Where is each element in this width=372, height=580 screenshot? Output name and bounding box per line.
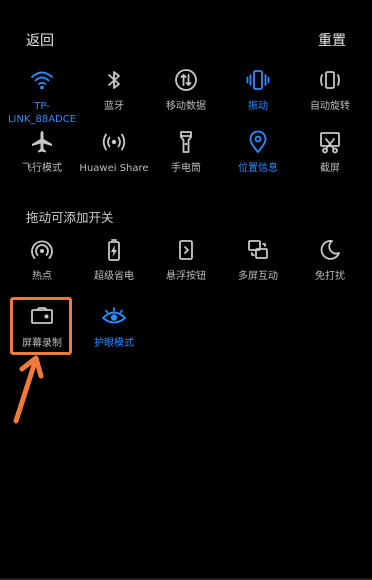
screenshot-icon [316, 128, 344, 156]
tile-hotspot[interactable]: 热点 [6, 236, 78, 283]
hotspot-icon [28, 236, 56, 264]
tile-battery-saver[interactable]: 超级省电 [78, 236, 150, 283]
wifi-icon [28, 66, 56, 94]
tile-huawei-share[interactable]: Huawei Share [78, 128, 150, 175]
highlight-box [10, 297, 72, 355]
tile-flashlight-label: 手电筒 [171, 163, 201, 174]
mobile-data-icon [172, 66, 200, 94]
tile-multi-screen-label: 多屏互动 [238, 271, 278, 282]
bluetooth-icon [100, 66, 128, 94]
tile-do-not-disturb[interactable]: 免打扰 [294, 236, 366, 283]
auto-rotate-icon [316, 66, 344, 94]
section-drag-to-add-label: 拖动可添加开关 [26, 210, 114, 225]
battery-saver-icon [100, 236, 128, 264]
tile-vibrate[interactable]: 振动 [222, 66, 294, 113]
tile-eye-comfort[interactable]: 护眼模式 [78, 303, 150, 350]
tile-multi-screen[interactable]: 多屏互动 [222, 236, 294, 283]
flashlight-icon [172, 128, 200, 156]
tile-screenshot-label: 截屏 [320, 163, 340, 174]
tile-mobile-data[interactable]: 移动数据 [150, 66, 222, 113]
do-not-disturb-icon [316, 236, 344, 264]
multi-screen-icon [244, 236, 272, 264]
tile-huawei-share-label: Huawei Share [79, 163, 149, 174]
tile-location[interactable]: 位置信息 [222, 128, 294, 175]
tile-wifi-label: TP- LINK_88ADCE [7, 101, 77, 125]
tile-airplane[interactable]: 飞行模式 [6, 128, 78, 175]
tile-bluetooth[interactable]: 蓝牙 [78, 66, 150, 113]
top-bar: 返回 重置 [0, 0, 372, 60]
tile-floating-button-label: 悬浮按钮 [166, 271, 206, 282]
tile-hotspot-label: 热点 [32, 271, 52, 282]
vibrate-icon [244, 66, 272, 94]
tile-bluetooth-label: 蓝牙 [104, 101, 124, 112]
reset-button[interactable]: 重置 [318, 30, 346, 50]
tile-flashlight[interactable]: 手电筒 [150, 128, 222, 175]
back-button[interactable]: 返回 [26, 30, 54, 50]
tile-do-not-disturb-label: 免打扰 [315, 271, 345, 282]
tile-location-label: 位置信息 [238, 163, 278, 174]
tile-floating-button[interactable]: 悬浮按钮 [150, 236, 222, 283]
tile-auto-rotate[interactable]: 自动旋转 [294, 66, 366, 113]
tile-wifi[interactable]: TP- LINK_88ADCE [6, 66, 78, 126]
tile-vibrate-label: 振动 [248, 101, 268, 112]
tile-battery-saver-label: 超级省电 [94, 271, 134, 282]
tile-auto-rotate-label: 自动旋转 [310, 101, 350, 112]
floating-button-icon [172, 236, 200, 264]
tile-eye-comfort-label: 护眼模式 [94, 338, 134, 349]
huawei-share-icon [100, 128, 128, 156]
location-icon [244, 128, 272, 156]
airplane-icon [28, 128, 56, 156]
eye-comfort-icon [100, 303, 128, 331]
tile-airplane-label: 飞行模式 [22, 163, 62, 174]
pointer-arrow-icon [13, 355, 44, 424]
tile-screenshot[interactable]: 截屏 [294, 128, 366, 175]
tile-mobile-data-label: 移动数据 [166, 101, 206, 112]
